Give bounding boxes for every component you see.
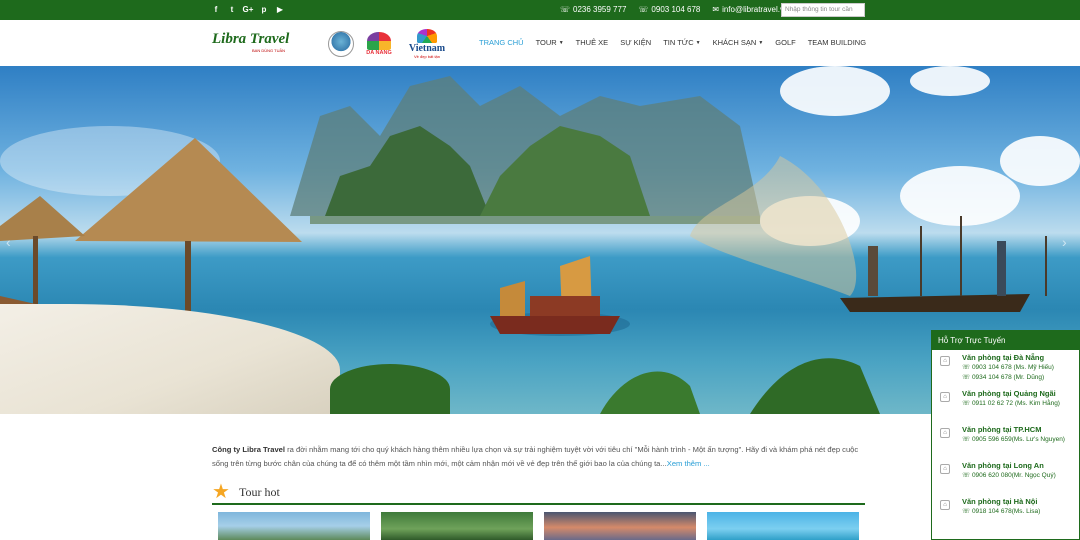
logo-text: Libra Travel <box>212 31 290 47</box>
phone-2[interactable]: ☏ 0903 104 678 <box>638 5 700 14</box>
vietnam-tagline: Vẻ đẹp bất tận <box>413 54 441 59</box>
partner-logo-vietnam: Vietnam Vẻ đẹp bất tận <box>402 28 452 60</box>
read-more-link[interactable]: Xem thêm ... <box>667 459 710 468</box>
slider-next-icon[interactable]: › <box>1062 234 1067 250</box>
flower-icon <box>367 32 391 50</box>
office-phone[interactable]: 0906 620 080(Mr. Ngọc Quý) <box>962 471 1079 481</box>
office-phone[interactable]: 0903 104 678 (Ms. Mỹ Hiếu) <box>962 363 1079 373</box>
office-icon: ⌂ <box>940 356 950 366</box>
office-name: Văn phòng tại TP.HCM <box>962 425 1042 434</box>
company-name: Công ty Libra Travel <box>212 445 286 454</box>
contact-info: ☏ 0236 3959 777 ☏ 0903 104 678 ✉ info@libra… <box>560 5 788 14</box>
vietnam-text: Vietnam <box>408 43 446 54</box>
tour-search-input[interactable]: Nhập thông tin tour cần <box>781 3 865 17</box>
lotus-icon <box>417 29 437 43</box>
tour-card[interactable] <box>544 512 696 540</box>
tour-hot-heading: ★ Tour hot <box>212 481 865 505</box>
nav-label: TRANG CHỦ <box>479 38 524 47</box>
office-item: ⌂ Văn phòng tại Đà Nẵng0903 104 678 (Ms. … <box>932 350 1079 386</box>
nav-item-4[interactable]: TIN TỨC ▼ <box>657 38 706 47</box>
intro-text: ra đời nhằm mang tới cho quý khách hàng … <box>212 445 859 468</box>
youtube-icon[interactable]: ▶ <box>276 4 284 14</box>
office-item: ⌂ Văn phòng tại Quảng Ngãi0911 02 62 72 (… <box>932 386 1079 422</box>
nav-label: THUÊ XE <box>575 38 609 47</box>
office-name: Văn phòng tại Đà Nẵng <box>962 353 1045 362</box>
tour-hot-title: Tour hot <box>239 484 280 499</box>
office-phone[interactable]: 0905 596 659(Ms. Lư's Nguyen) <box>962 435 1079 445</box>
social-links: f t G+ p ▶ <box>212 4 284 14</box>
chevron-down-icon: ▼ <box>695 39 701 46</box>
support-title: Hỗ Trợ Trực Tuyến <box>932 331 1079 350</box>
nav-label: TIN TỨC <box>663 38 694 47</box>
phone-icon: ☏ <box>560 5 571 14</box>
nav-label: SỰ KIỆN <box>620 38 652 47</box>
nav-item-3[interactable]: SỰ KIỆN <box>614 38 657 47</box>
email-link[interactable]: ✉ info@libratravel.vn <box>712 5 788 14</box>
office-name: Văn phòng tại Long An <box>962 461 1044 470</box>
tour-card[interactable] <box>381 512 533 540</box>
office-icon: ⌂ <box>940 500 950 510</box>
tour-card[interactable] <box>707 512 859 540</box>
nav-item-2[interactable]: THUÊ XE <box>570 38 615 47</box>
nav-item-7[interactable]: TEAM BUILDING <box>802 38 872 47</box>
tour-cards <box>218 512 859 540</box>
hero-slider[interactable]: ‹ › <box>0 66 1080 414</box>
phone-2-text: 0903 104 678 <box>651 5 701 14</box>
office-name: Văn phòng tại Hà Nội <box>962 497 1038 506</box>
emblem-icon <box>328 31 354 57</box>
office-item: ⌂ Văn phòng tại TP.HCM0905 596 659(Ms. Lư… <box>932 422 1079 458</box>
office-item: ⌂ Văn phòng tại Long An0906 620 080(Mr. N… <box>932 458 1079 494</box>
partner-logo-circle <box>325 28 357 60</box>
danang-text: DA NANG <box>366 50 392 56</box>
office-phone[interactable]: 0918 104 678(Ms. Lisa) <box>962 507 1079 517</box>
office-phone[interactable]: 0911 02 62 72 (Ms. Kim Hằng) <box>962 399 1079 409</box>
twitter-icon[interactable]: t <box>228 4 236 14</box>
header: Libra Travel BAN DÙNG TUẦN DA NANG Vietn… <box>0 20 1080 66</box>
tour-card[interactable] <box>218 512 370 540</box>
facebook-icon[interactable]: f <box>212 4 220 14</box>
office-icon: ⌂ <box>940 392 950 402</box>
pinterest-icon[interactable]: p <box>260 4 268 14</box>
phone-icon: ☏ <box>638 5 649 14</box>
nav-label: TOUR <box>535 38 557 47</box>
office-icon: ⌂ <box>940 428 950 438</box>
nav-item-1[interactable]: TOUR ▼ <box>530 38 570 47</box>
google-plus-icon[interactable]: G+ <box>243 4 254 14</box>
chevron-down-icon: ▼ <box>758 39 764 46</box>
office-phone[interactable]: 0934 104 678 (Mr. Dũng) <box>962 373 1079 383</box>
foliage <box>330 364 450 414</box>
nav-label: TEAM BUILDING <box>807 38 867 47</box>
star-icon: ★ <box>212 481 230 503</box>
envelope-icon: ✉ <box>712 5 720 14</box>
office-item: ⌂ Văn phòng tại Hà Nội0918 104 678(Ms. Li… <box>932 494 1079 530</box>
nav-label: GOLF <box>775 38 796 47</box>
partner-logo-danang: DA NANG <box>364 28 394 60</box>
slider-prev-icon[interactable]: ‹ <box>6 234 11 250</box>
email-text: info@libratravel.vn <box>722 5 789 14</box>
nav-item-6[interactable]: GOLF <box>769 38 801 47</box>
phone-1[interactable]: ☏ 0236 3959 777 <box>560 5 626 14</box>
office-list: ⌂ Văn phòng tại Đà Nẵng0903 104 678 (Ms. … <box>932 350 1079 530</box>
office-name: Văn phòng tại Quảng Ngãi <box>962 389 1056 398</box>
site-logo[interactable]: Libra Travel BAN DÙNG TUẦN <box>212 30 308 56</box>
nav-item-5[interactable]: KHÁCH SẠN ▼ <box>707 38 770 47</box>
main-nav: TRANG CHỦ TOUR ▼ THUÊ XE SỰ KIỆN TIN TỨC ▼ KHÁC… <box>479 38 872 47</box>
nav-label: KHÁCH SẠN <box>712 38 757 47</box>
top-bar: f t G+ p ▶ ☏ 0236 3959 777 ☏ 0903 104 678 … <box>0 0 1080 20</box>
nav-item-0[interactable]: TRANG CHỦ <box>479 38 530 47</box>
chevron-down-icon: ▼ <box>558 39 564 46</box>
logo-subtext: BAN DÙNG TUẦN <box>252 48 286 53</box>
office-icon: ⌂ <box>940 464 950 474</box>
company-intro: Công ty Libra Travel ra đời nhằm mang tớ… <box>212 443 866 471</box>
phone-1-text: 0236 3959 777 <box>573 5 627 14</box>
online-support-widget: Hỗ Trợ Trực Tuyến ⌂ Văn phòng tại Đà Nẵng… <box>931 330 1080 540</box>
